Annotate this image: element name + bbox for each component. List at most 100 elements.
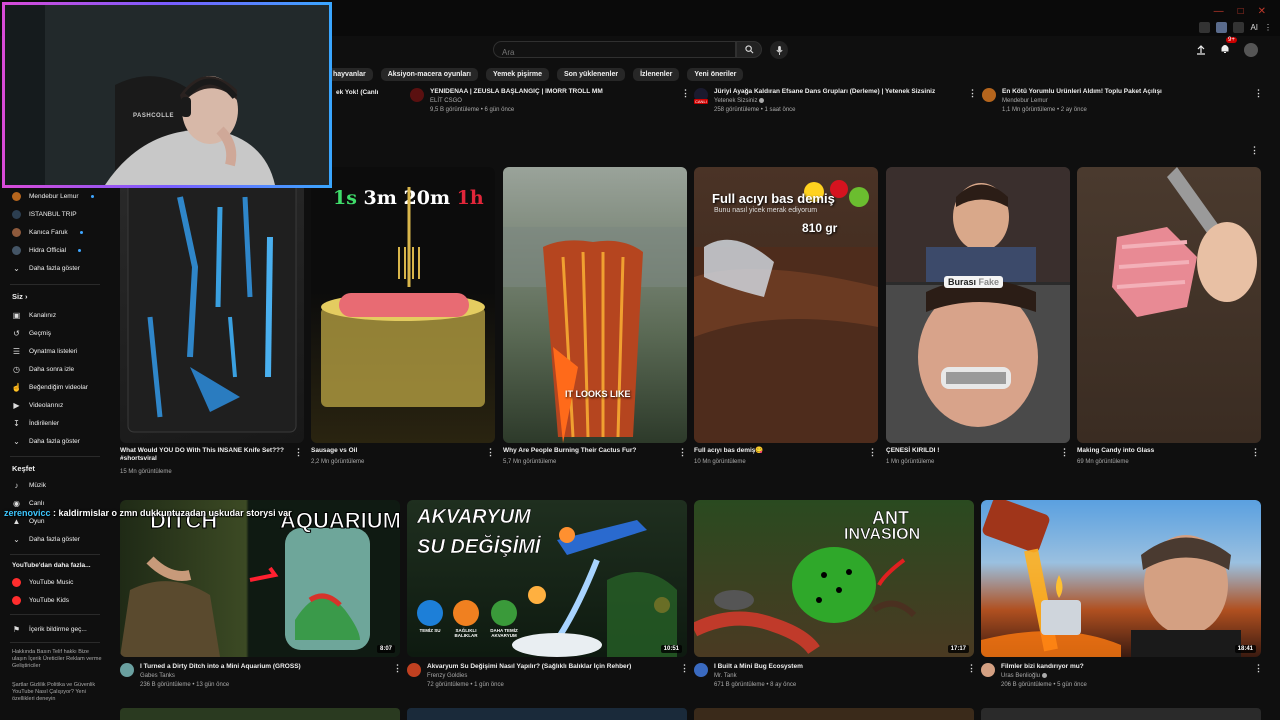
short-title[interactable]: ÇENESİ KIRILDI ! <box>886 447 1056 455</box>
more-options-icon[interactable]: ⋮ <box>868 447 877 458</box>
short-thumbnail-4[interactable]: Burası Fake <box>886 167 1070 443</box>
sidebar-item-channel[interactable]: ▣ Kanalınız <box>12 311 56 320</box>
channel-name[interactable]: Gabes Tanks <box>140 673 301 679</box>
sidebar-item-your-videos[interactable]: ▶ Videolarınız <box>12 401 63 410</box>
sidebar-item-playlists[interactable]: ☰ Oynatma listeleri <box>12 347 78 356</box>
channel-avatar[interactable] <box>982 88 996 102</box>
more-options-icon[interactable]: ⋮ <box>680 663 689 674</box>
channel-name[interactable]: Uras Benlioğlu <box>1001 673 1087 679</box>
footer-links[interactable]: Hakkında Basın Telif hakkı Bize ulaşın İ… <box>12 649 104 670</box>
short-thumbnail-0[interactable] <box>120 167 304 443</box>
top-video-0[interactable]: ek Yok! (Canlı <box>336 89 378 96</box>
chip[interactable]: Son yüklenenler <box>556 68 626 81</box>
top-video-2[interactable]: CANLI Jüriyi Ayağa Kaldıran Efsane Dans … <box>694 88 974 113</box>
top-video-1[interactable]: YENİDENAA | ZEUSLA BAŞLANGIÇ | İMORR TRO… <box>410 88 680 113</box>
menu-dots-icon[interactable]: ⋮ <box>1264 23 1272 32</box>
more-options-icon[interactable]: ⋮ <box>1251 447 1260 458</box>
sidebar-item-report[interactable]: ⚑ İçerik bildirme geç... <box>12 625 87 634</box>
sidebar-sub-2[interactable]: Kanıca Faruk <box>12 228 83 237</box>
channel-name[interactable]: Frenzy Goldies <box>427 673 631 679</box>
channel-avatar[interactable] <box>407 663 421 677</box>
account-avatar[interactable] <box>1244 43 1258 57</box>
more-options-icon[interactable]: ⋮ <box>393 663 402 674</box>
channel-name[interactable]: ELİT CSGO <box>430 98 603 104</box>
more-options-icon[interactable]: ⋮ <box>294 447 303 458</box>
more-options-icon[interactable]: ⋮ <box>967 663 976 674</box>
short-title[interactable]: Making Candy into Glass <box>1077 447 1247 455</box>
video-thumbnail-0[interactable]: DITCH AQUARIUM 8:07 <box>120 500 400 657</box>
sidebar-show-more-explore[interactable]: ⌄ Daha fazla göster <box>12 535 80 544</box>
video-thumbnail-1[interactable]: AKVARYUM SU DEĞİŞİMİ TEMİZ SU SAĞLIKLI B… <box>407 500 687 657</box>
more-options-icon[interactable]: ⋮ <box>1060 447 1069 458</box>
channel-avatar[interactable] <box>981 663 995 677</box>
restore-icon[interactable]: □ <box>1238 6 1244 17</box>
ai-extension-label[interactable]: AI <box>1250 23 1258 32</box>
short-thumbnail-3[interactable]: Full acıyı bas demiş Bunu nasıl yicek me… <box>694 167 878 443</box>
short-thumbnail-5[interactable] <box>1077 167 1261 443</box>
video-title[interactable]: I Built a Mini Bug Ecosystem <box>714 663 803 670</box>
more-options-icon[interactable]: ⋮ <box>1254 88 1263 99</box>
channel-avatar[interactable] <box>120 663 134 677</box>
more-options-icon[interactable]: ⋮ <box>678 447 687 458</box>
sidebar-item-label: Daha fazla göster <box>29 536 80 543</box>
extension-icon[interactable] <box>1199 22 1211 33</box>
short-title[interactable]: Sausage vs Oil <box>311 447 481 455</box>
channel-avatar[interactable] <box>410 88 424 102</box>
next-row-thumbnail[interactable] <box>120 708 400 720</box>
video-thumbnail-2[interactable]: ANT INVASION 17:17 <box>694 500 974 657</box>
video-title[interactable]: Filmler bizi kandırıyor mu? <box>1001 663 1087 670</box>
next-row-thumbnail[interactable] <box>407 708 687 720</box>
video-title[interactable]: I Turned a Dirty Ditch into a Mini Aquar… <box>140 663 301 670</box>
top-video-3[interactable]: En Kötü Yorumlu Ürünleri Aldım! Toplu Pa… <box>982 88 1252 113</box>
short-title[interactable]: Full acıyı bas demiş😋 <box>694 447 864 455</box>
candy-image <box>1112 167 1257 317</box>
sidebar-item-yt-kids[interactable]: YouTube Kids <box>12 596 69 605</box>
short-title[interactable]: What Would YOU DO With This INSANE Knife… <box>120 447 290 463</box>
notifications-button[interactable]: 9+ <box>1220 37 1237 59</box>
sidebar-item-watch-later[interactable]: ◷ Daha sonra izle <box>12 365 74 374</box>
download-icon[interactable] <box>1233 22 1245 33</box>
short-title[interactable]: Why Are People Burning Their Cactus Fur? <box>503 447 673 455</box>
next-row-thumbnail[interactable] <box>694 708 974 720</box>
more-options-icon[interactable]: ⋮ <box>681 88 690 99</box>
sidebar-item-history[interactable]: ↺ Geçmiş <box>12 329 51 338</box>
shorts-more-options-icon[interactable]: ⋮ <box>1250 145 1259 156</box>
more-options-icon[interactable]: ⋮ <box>968 88 977 99</box>
sidebar-show-more-you[interactable]: ⌄ Daha fazla göster <box>12 437 80 446</box>
chip[interactable]: Aksiyon-macera oyunları <box>380 68 478 81</box>
voice-search-button[interactable] <box>770 41 788 59</box>
next-row-thumbnail[interactable] <box>981 708 1261 720</box>
sidebar-item-yt-music[interactable]: YouTube Music <box>12 578 73 587</box>
short-thumbnail-2[interactable]: IT LOOKS LIKE <box>503 167 687 443</box>
chip[interactable]: İzlenenler <box>633 68 680 81</box>
chip[interactable]: hayvanlar <box>326 68 373 81</box>
extension-active-icon[interactable] <box>1216 22 1228 33</box>
search-input[interactable] <box>494 45 735 60</box>
sidebar-sub-1[interactable]: ISTANBUL TRIP <box>12 210 77 219</box>
chip[interactable]: Yemek pişirme <box>485 68 549 81</box>
video-title[interactable]: Akvaryum Su Değişimi Nasıl Yapılır? (Sağ… <box>427 663 631 670</box>
sidebar-you-heading[interactable]: Siz › <box>12 292 27 301</box>
video-thumbnail-3[interactable]: 18:41 <box>981 500 1261 657</box>
channel-name[interactable]: Yetenek Sizsiniz <box>714 98 935 104</box>
close-icon[interactable]: ✕ <box>1258 6 1266 17</box>
sidebar-show-more-subs[interactable]: ⌄ Daha fazla göster <box>12 264 80 273</box>
sidebar-sub-3[interactable]: Hidra Official <box>12 246 82 255</box>
sidebar-item-music[interactable]: ♪ Müzik <box>12 481 46 490</box>
channel-avatar[interactable] <box>694 663 708 677</box>
search-button[interactable] <box>736 41 762 58</box>
upload-icon[interactable] <box>1196 45 1206 55</box>
channel-name[interactable]: Mendebur Lemur <box>1002 98 1162 104</box>
sidebar-item-downloads[interactable]: ↧ İndirilenler <box>12 419 59 428</box>
chip[interactable]: Yeni öneriler <box>687 68 744 81</box>
sidebar-item-label: Kanalınız <box>29 312 57 319</box>
more-options-icon[interactable]: ⋮ <box>1254 663 1263 674</box>
sidebar-item-liked[interactable]: ☝ Beğendiğim videolar <box>12 383 88 392</box>
minimize-icon[interactable]: — <box>1214 6 1224 17</box>
short-thumbnail-1[interactable]: 1s 3m 20m 1h <box>311 167 495 443</box>
more-options-icon[interactable]: ⋮ <box>486 447 495 458</box>
channel-name[interactable]: Mr. Tank <box>714 673 803 679</box>
sidebar-sub-0[interactable]: Mendebur Lemur <box>12 192 94 201</box>
channel-avatar[interactable]: CANLI <box>694 88 708 104</box>
footer-links-2[interactable]: Şartlar Gizlilik Politika ve Güvenlik Yo… <box>12 682 104 703</box>
